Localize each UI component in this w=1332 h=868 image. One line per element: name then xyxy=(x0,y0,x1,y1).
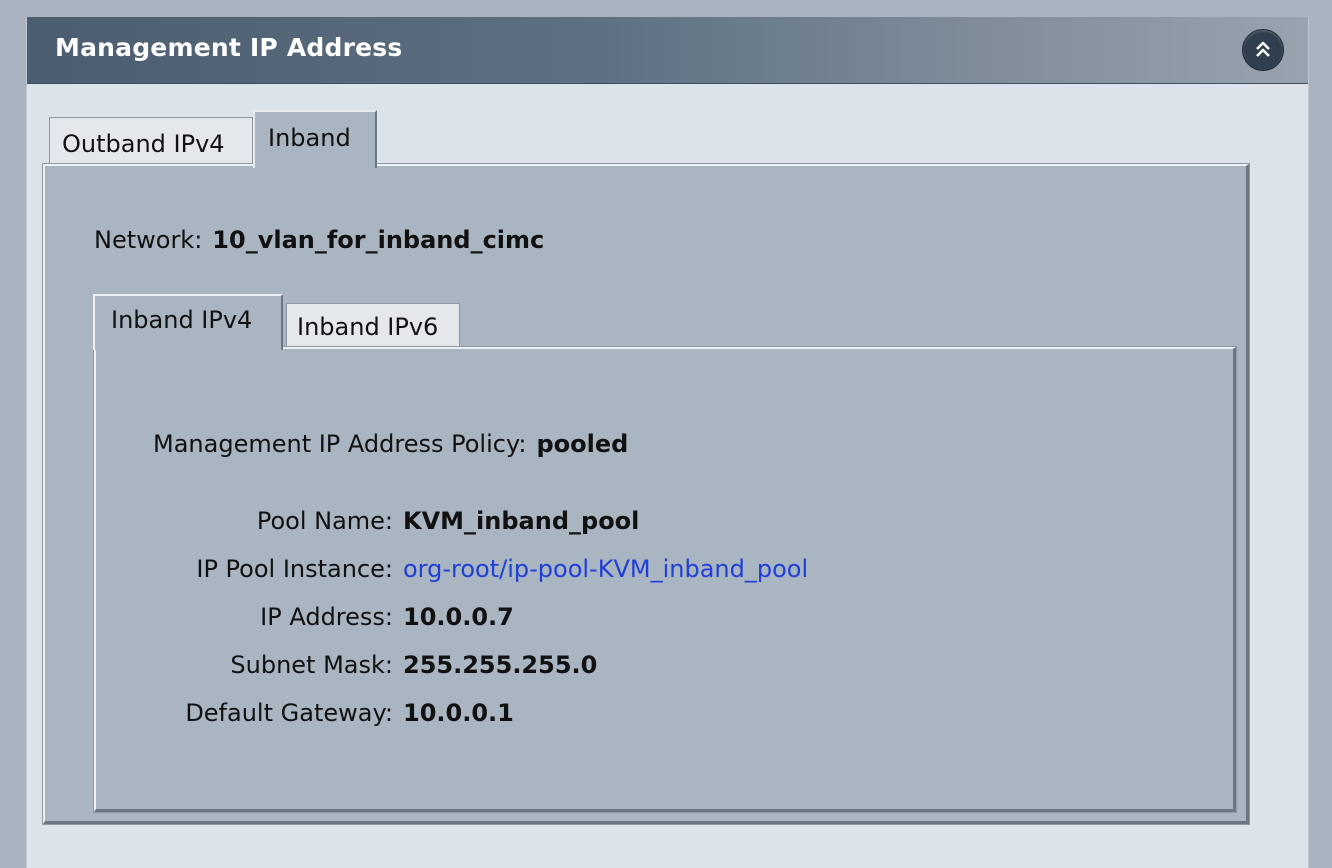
subnet-mask-row: Subnet Mask: 255.255.255.0 xyxy=(157,651,597,679)
ip-address-row: IP Address: 10.0.0.7 xyxy=(157,603,514,631)
default-gateway-row: Default Gateway: 10.0.0.1 xyxy=(157,699,514,727)
tab-label: Outband IPv4 xyxy=(62,130,225,158)
policy-row: Management IP Address Policy: pooled xyxy=(153,430,628,458)
network-row: Network: 10_vlan_for_inband_cimc xyxy=(94,226,544,254)
pool-instance-link[interactable]: org-root/ip-pool-KVM_inband_pool xyxy=(403,555,808,583)
ip-address-value: 10.0.0.7 xyxy=(403,603,514,631)
policy-label: Management IP Address Policy: xyxy=(153,430,527,458)
network-value: 10_vlan_for_inband_cimc xyxy=(212,226,545,254)
panel-header: Management IP Address xyxy=(27,17,1308,84)
subnet-mask-value: 255.255.255.0 xyxy=(403,651,598,679)
tab-inband[interactable]: Inband xyxy=(253,110,377,168)
pool-instance-row: IP Pool Instance: org-root/ip-pool-KVM_in… xyxy=(157,555,808,583)
tab-label: Inband IPv6 xyxy=(297,313,439,341)
network-label: Network: xyxy=(94,226,203,254)
pool-instance-label: IP Pool Instance: xyxy=(196,555,393,583)
tab-label: Inband IPv4 xyxy=(111,306,253,334)
pool-name-label: Pool Name: xyxy=(256,507,393,535)
tab-inband-ipv6[interactable]: Inband IPv6 xyxy=(286,303,460,349)
default-gateway-value: 10.0.0.1 xyxy=(403,699,514,727)
default-gateway-label: Default Gateway: xyxy=(185,699,393,727)
pool-name-value: KVM_inband_pool xyxy=(403,507,640,535)
panel-title: Management IP Address xyxy=(55,33,403,62)
policy-value: pooled xyxy=(536,430,629,458)
tab-outband-ipv4[interactable]: Outband IPv4 xyxy=(49,117,253,166)
ip-address-label: IP Address: xyxy=(260,603,393,631)
subnet-mask-label: Subnet Mask: xyxy=(230,651,393,679)
tab-label: Inband xyxy=(268,124,351,152)
pool-name-row: Pool Name: KVM_inband_pool xyxy=(157,507,640,535)
double-chevron-up-icon xyxy=(1256,41,1270,57)
collapse-button[interactable] xyxy=(1242,29,1284,71)
tab-inband-ipv4[interactable]: Inband IPv4 xyxy=(93,294,283,350)
